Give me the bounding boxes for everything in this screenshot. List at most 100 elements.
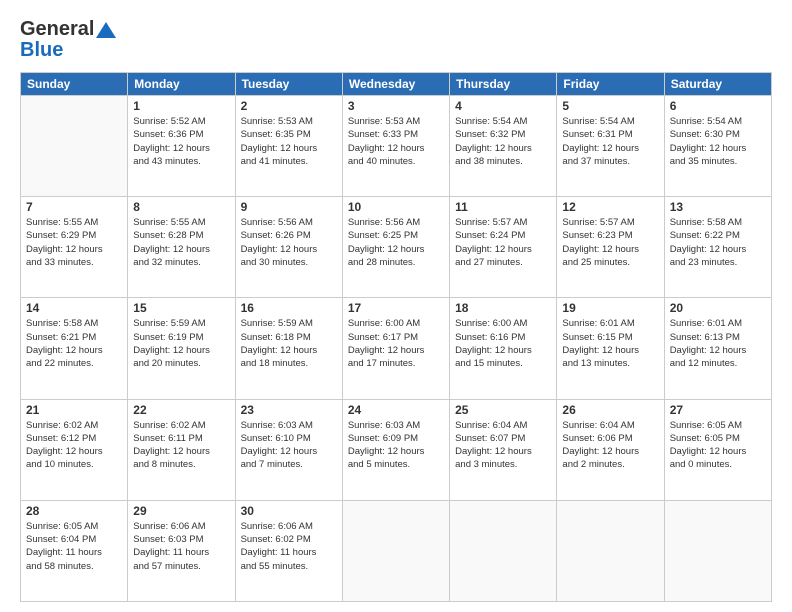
calendar-cell: 8 Sunrise: 5:55 AM Sunset: 6:28 PM Daylig… [128, 197, 235, 298]
cell-info: Sunrise: 6:05 AM Sunset: 6:05 PM Dayligh… [670, 419, 766, 472]
cell-info: Sunrise: 6:01 AM Sunset: 6:13 PM Dayligh… [670, 317, 766, 370]
cell-info: Sunrise: 5:57 AM Sunset: 6:24 PM Dayligh… [455, 216, 551, 269]
calendar-week-row: 28Sunrise: 6:05 AM Sunset: 6:04 PM Dayli… [21, 500, 772, 601]
cell-info: Sunrise: 5:54 AM Sunset: 6:31 PM Dayligh… [562, 115, 658, 168]
logo-triangle-icon [96, 22, 116, 38]
cell-info: Sunrise: 6:01 AM Sunset: 6:15 PM Dayligh… [562, 317, 658, 370]
cell-info: Sunrise: 5:58 AM Sunset: 6:22 PM Dayligh… [670, 216, 766, 269]
calendar-day-header: Tuesday [235, 73, 342, 96]
day-number: 4 [455, 99, 551, 113]
logo-blue-text: Blue [20, 39, 63, 62]
day-number: 25 [455, 403, 551, 417]
calendar-cell: 24 Sunrise: 6:03 AM Sunset: 6:09 PM Dayli… [342, 399, 449, 500]
calendar-cell: 22 Sunrise: 6:02 AM Sunset: 6:11 PM Dayli… [128, 399, 235, 500]
calendar-day-header: Wednesday [342, 73, 449, 96]
calendar-cell: 1Sunrise: 5:52 AM Sunset: 6:36 PM Daylig… [128, 96, 235, 197]
cell-info: Sunrise: 5:59 AM Sunset: 6:18 PM Dayligh… [241, 317, 337, 370]
day-number: 28 [26, 504, 122, 518]
cell-info: Sunrise: 5:58 AM Sunset: 6:21 PM Dayligh… [26, 317, 122, 370]
cell-info: Sunrise: 5:55 AM Sunset: 6:29 PM Dayligh… [26, 216, 122, 269]
calendar-cell [342, 500, 449, 601]
day-number: 21 [26, 403, 122, 417]
day-number: 24 [348, 403, 444, 417]
calendar-cell: 21 Sunrise: 6:02 AM Sunset: 6:12 PM Dayli… [21, 399, 128, 500]
calendar-cell [450, 500, 557, 601]
header: General Blue [20, 18, 772, 62]
calendar-cell: 19 Sunrise: 6:01 AM Sunset: 6:15 PM Dayli… [557, 298, 664, 399]
calendar-cell: 25 Sunrise: 6:04 AM Sunset: 6:07 PM Dayli… [450, 399, 557, 500]
day-number: 13 [670, 200, 766, 214]
day-number: 14 [26, 301, 122, 315]
day-number: 9 [241, 200, 337, 214]
cell-info: Sunrise: 5:53 AM Sunset: 6:35 PM Dayligh… [241, 115, 337, 168]
day-number: 30 [241, 504, 337, 518]
calendar-cell [21, 96, 128, 197]
calendar-cell: 12 Sunrise: 5:57 AM Sunset: 6:23 PM Dayli… [557, 197, 664, 298]
calendar-cell: 5 Sunrise: 5:54 AM Sunset: 6:31 PM Daylig… [557, 96, 664, 197]
day-number: 26 [562, 403, 658, 417]
day-number: 23 [241, 403, 337, 417]
calendar-cell: 26Sunrise: 6:04 AM Sunset: 6:06 PM Dayli… [557, 399, 664, 500]
calendar-cell: 30 Sunrise: 6:06 AM Sunset: 6:02 PM Dayli… [235, 500, 342, 601]
cell-info: Sunrise: 6:00 AM Sunset: 6:16 PM Dayligh… [455, 317, 551, 370]
calendar-cell: 20 Sunrise: 6:01 AM Sunset: 6:13 PM Dayli… [664, 298, 771, 399]
calendar-day-header: Friday [557, 73, 664, 96]
calendar-cell: 28Sunrise: 6:05 AM Sunset: 6:04 PM Dayli… [21, 500, 128, 601]
cell-info: Sunrise: 5:56 AM Sunset: 6:26 PM Dayligh… [241, 216, 337, 269]
calendar-cell: 27 Sunrise: 6:05 AM Sunset: 6:05 PM Dayli… [664, 399, 771, 500]
calendar-cell: 14 Sunrise: 5:58 AM Sunset: 6:21 PM Dayli… [21, 298, 128, 399]
calendar-cell: 16 Sunrise: 5:59 AM Sunset: 6:18 PM Dayli… [235, 298, 342, 399]
calendar-day-header: Saturday [664, 73, 771, 96]
cell-info: Sunrise: 6:00 AM Sunset: 6:17 PM Dayligh… [348, 317, 444, 370]
calendar-week-row: 7Sunrise: 5:55 AM Sunset: 6:29 PM Daylig… [21, 197, 772, 298]
cell-info: Sunrise: 6:04 AM Sunset: 6:07 PM Dayligh… [455, 419, 551, 472]
calendar-cell: 10Sunrise: 5:56 AM Sunset: 6:25 PM Dayli… [342, 197, 449, 298]
cell-info: Sunrise: 5:56 AM Sunset: 6:25 PM Dayligh… [348, 216, 444, 269]
cell-info: Sunrise: 6:06 AM Sunset: 6:03 PM Dayligh… [133, 520, 229, 573]
cell-info: Sunrise: 5:55 AM Sunset: 6:28 PM Dayligh… [133, 216, 229, 269]
cell-info: Sunrise: 6:06 AM Sunset: 6:02 PM Dayligh… [241, 520, 337, 573]
cell-info: Sunrise: 6:02 AM Sunset: 6:12 PM Dayligh… [26, 419, 122, 472]
day-number: 3 [348, 99, 444, 113]
day-number: 6 [670, 99, 766, 113]
cell-info: Sunrise: 5:53 AM Sunset: 6:33 PM Dayligh… [348, 115, 444, 168]
day-number: 8 [133, 200, 229, 214]
calendar-cell: 2 Sunrise: 5:53 AM Sunset: 6:35 PM Daylig… [235, 96, 342, 197]
day-number: 27 [670, 403, 766, 417]
day-number: 16 [241, 301, 337, 315]
calendar-cell: 11Sunrise: 5:57 AM Sunset: 6:24 PM Dayli… [450, 197, 557, 298]
day-number: 17 [348, 301, 444, 315]
calendar-cell [557, 500, 664, 601]
day-number: 2 [241, 99, 337, 113]
logo-combined: General [20, 18, 117, 41]
calendar-cell: 9 Sunrise: 5:56 AM Sunset: 6:26 PM Daylig… [235, 197, 342, 298]
day-number: 22 [133, 403, 229, 417]
calendar-week-row: 14 Sunrise: 5:58 AM Sunset: 6:21 PM Dayli… [21, 298, 772, 399]
logo: General Blue [20, 18, 117, 62]
day-number: 12 [562, 200, 658, 214]
day-number: 29 [133, 504, 229, 518]
calendar-week-row: 21 Sunrise: 6:02 AM Sunset: 6:12 PM Dayli… [21, 399, 772, 500]
calendar-table: SundayMondayTuesdayWednesdayThursdayFrid… [20, 72, 772, 602]
cell-info: Sunrise: 5:59 AM Sunset: 6:19 PM Dayligh… [133, 317, 229, 370]
page: General Blue SundayMondayTuesdayWednesda… [0, 0, 792, 612]
day-number: 15 [133, 301, 229, 315]
calendar-cell: 6 Sunrise: 5:54 AM Sunset: 6:30 PM Daylig… [664, 96, 771, 197]
logo-general-text: General [20, 18, 94, 41]
calendar-day-header: Thursday [450, 73, 557, 96]
day-number: 5 [562, 99, 658, 113]
calendar-cell: 3 Sunrise: 5:53 AM Sunset: 6:33 PM Daylig… [342, 96, 449, 197]
cell-info: Sunrise: 6:03 AM Sunset: 6:09 PM Dayligh… [348, 419, 444, 472]
cell-info: Sunrise: 5:57 AM Sunset: 6:23 PM Dayligh… [562, 216, 658, 269]
cell-info: Sunrise: 5:54 AM Sunset: 6:30 PM Dayligh… [670, 115, 766, 168]
day-number: 20 [670, 301, 766, 315]
calendar-cell: 17 Sunrise: 6:00 AM Sunset: 6:17 PM Dayli… [342, 298, 449, 399]
day-number: 19 [562, 301, 658, 315]
calendar-header-row: SundayMondayTuesdayWednesdayThursdayFrid… [21, 73, 772, 96]
calendar-cell: 13 Sunrise: 5:58 AM Sunset: 6:22 PM Dayli… [664, 197, 771, 298]
day-number: 18 [455, 301, 551, 315]
cell-info: Sunrise: 6:02 AM Sunset: 6:11 PM Dayligh… [133, 419, 229, 472]
calendar-day-header: Monday [128, 73, 235, 96]
calendar-cell [664, 500, 771, 601]
cell-info: Sunrise: 6:03 AM Sunset: 6:10 PM Dayligh… [241, 419, 337, 472]
